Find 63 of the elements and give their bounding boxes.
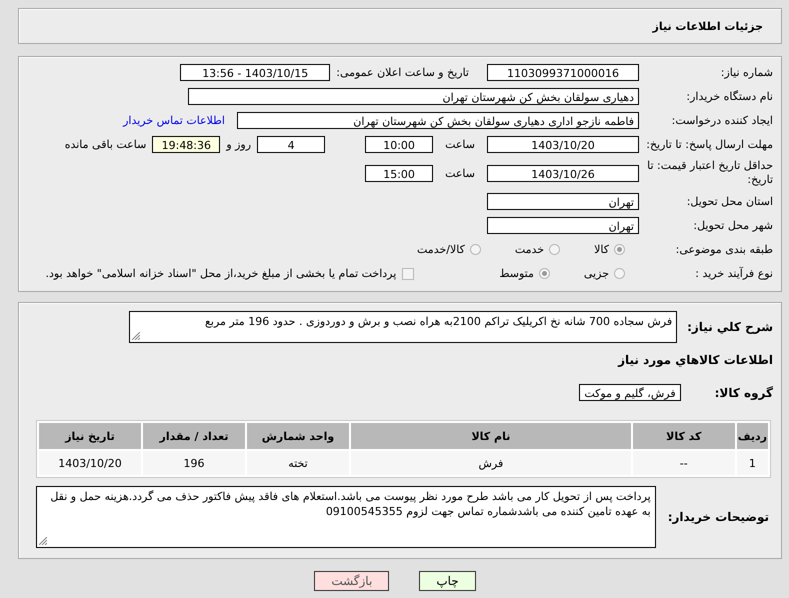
field-label: ساعت [445, 138, 475, 151]
radio-button[interactable] [549, 244, 560, 255]
field-label: شهر محل تحویل: [692, 218, 773, 232]
remaining-time-field: 19:48:36 [152, 136, 220, 153]
buyer-notes-field: پرداخت پس از تحویل کار می باشد طرح مورد نظر پیوست می باشد.استعلام های فاقد پیش فاکتور حذف می گردد.هزینه حمل و نقل به عهده تامین کننده می باشدشماره تماس جهت لزوم 09100545355 [36, 486, 656, 548]
table-cell: 1403/10/20 [39, 451, 141, 475]
table-cell: 196 [143, 451, 245, 475]
field-label: ساعت [445, 166, 475, 180]
table-cell: -- [632, 451, 735, 475]
buyer-contact-link[interactable]: اطلاعات تماس خریدار [123, 114, 225, 127]
column-header: نام کالا [351, 423, 631, 449]
field-label: تاریخ و ساعت اعلان عمومی: [336, 66, 469, 79]
field-label: شماره نیاز: [720, 66, 773, 80]
section-heading: اطلاعات كالاهاي مورد نياز [616, 353, 773, 367]
radio-button[interactable] [614, 268, 625, 279]
field-label: مهلت ارسال پاسخ: تا تاریخ: [645, 138, 773, 152]
validity-time-field: 15:00 [365, 164, 434, 182]
field-label: شرح کلي نياز: [687, 320, 773, 334]
column-header: تعداد / مقدار [143, 423, 245, 449]
field-label: ایجاد کننده درخواست: [670, 114, 773, 128]
days-field: 4 [257, 136, 326, 153]
field-label: حداقل تاریخ اعتبار قیمت: تا تاریخ: [646, 159, 773, 187]
table-cell: 1 [736, 451, 768, 475]
deadline-time-field: 10:00 [365, 136, 434, 153]
radio-label: خدمت [514, 243, 544, 256]
print-button[interactable]: چاپ [419, 571, 476, 591]
checkbox-label: پرداخت تمام یا بخشی از مبلغ خرید،از محل "اسناد خزانه اسلامی" خواهد بود. [46, 267, 396, 280]
requester-field: فاطمه نازجو اداری دهیاری سولقان بخش کن شهرستان تهران [237, 112, 639, 129]
column-header: واحد شمارش [247, 423, 349, 449]
field-label: استان محل تحویل: [686, 194, 773, 208]
table-cell: فرش [351, 451, 631, 475]
resize-grip-icon[interactable] [132, 332, 140, 340]
deadline-date-field: 1403/10/20 [487, 136, 639, 153]
city-field: تهران [487, 217, 639, 234]
buyer-org-field: دهیاری سولقان بخش کن شهرستان تهران [188, 88, 639, 105]
radio-label: جزیی [584, 267, 609, 280]
province-field: تهران [487, 193, 639, 210]
radio-button[interactable] [614, 244, 625, 255]
validity-date-field: 1403/10/26 [487, 164, 639, 182]
goods-group-field: فرش، گلیم و موکت [579, 384, 681, 401]
page-title: جزئیات اطلاعات نیاز [652, 20, 763, 32]
field-label: روز و [226, 138, 252, 151]
description-field: فرش سجاده 700 شانه نخ اکریلیک تراکم 2100به هراه نصب و برش و دوردوزی . حدود 196 متر مربع [129, 311, 678, 343]
checkbox[interactable] [402, 268, 414, 280]
radio-label: کالا/خدمت [417, 243, 465, 256]
field-label: طبقه بندی موضوعی: [674, 242, 773, 256]
radio-label: کالا [594, 243, 609, 256]
table-cell: تخته [247, 451, 349, 475]
column-header: کد کالا [632, 423, 735, 449]
back-button[interactable]: بازگشت [314, 571, 390, 591]
announce-date-field: 1403/10/15 - 13:56 [180, 64, 330, 81]
radio-button[interactable] [538, 268, 550, 279]
field-label: نام دستگاه خریدار: [685, 90, 773, 104]
radio-button[interactable] [470, 244, 481, 255]
field-label: ساعت باقی مانده [64, 138, 146, 151]
radio-label: متوسط [499, 267, 534, 280]
field-label: نوع فرآیند خرید : [694, 266, 773, 280]
resize-grip-icon[interactable] [38, 537, 47, 545]
column-header: تاریخ نیاز [39, 423, 141, 449]
field-label: گروه کالا: [714, 386, 773, 400]
column-header: ردیف [736, 423, 768, 449]
field-label: توضیحات خریدار: [668, 510, 769, 524]
need-number-field: 1103099371000016 [487, 64, 639, 81]
